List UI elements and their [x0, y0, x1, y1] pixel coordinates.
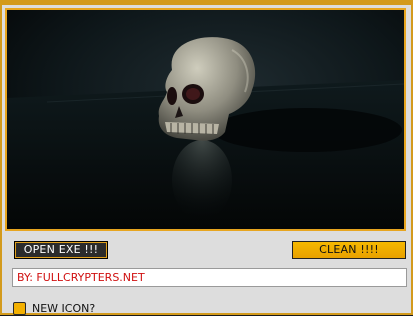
credit-text-field[interactable] — [12, 268, 407, 287]
clean-button[interactable]: CLEAN !!!! — [292, 241, 406, 259]
new-icon-label: NEW ICON? — [32, 302, 96, 315]
app-window: OPEN EXE !!! CLEAN !!!! NEW ICON? — [0, 0, 413, 315]
open-exe-button[interactable]: OPEN EXE !!! — [14, 241, 108, 259]
skull-icon — [7, 10, 404, 229]
new-icon-checkbox[interactable] — [13, 302, 26, 315]
skull-banner-image — [5, 8, 406, 231]
